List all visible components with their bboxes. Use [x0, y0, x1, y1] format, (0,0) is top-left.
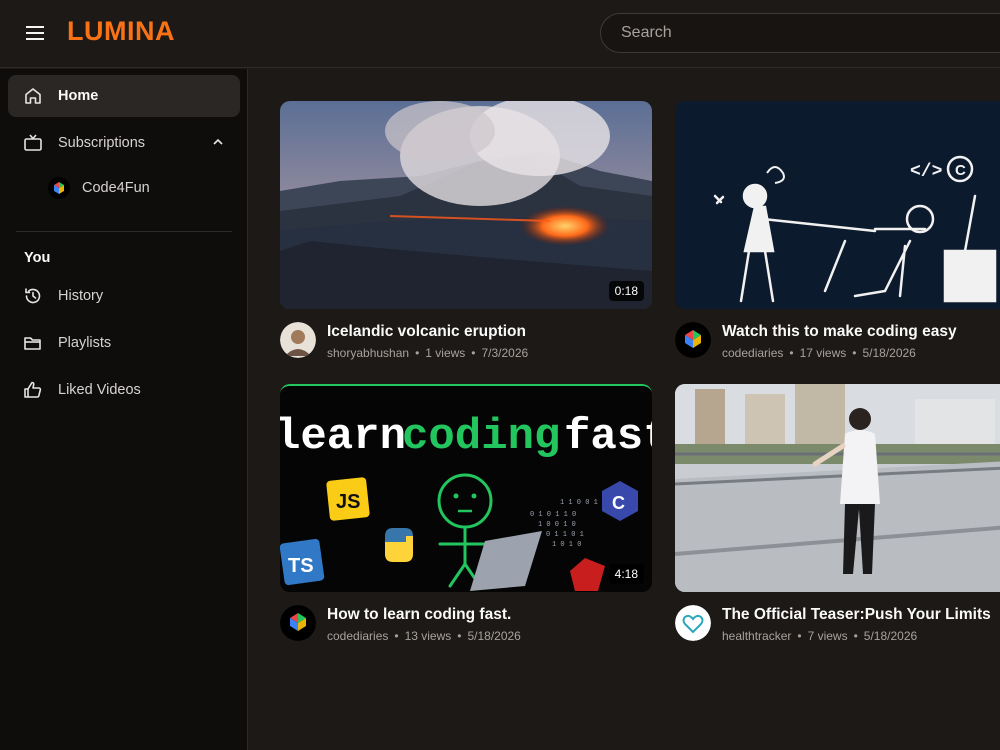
- sidebar-item-label: Home: [58, 88, 99, 104]
- history-icon: [23, 286, 43, 306]
- menu-button[interactable]: [20, 20, 50, 46]
- badge-js: JS: [336, 491, 360, 513]
- folder-icon: [23, 333, 43, 353]
- sidebar-divider: [16, 231, 232, 232]
- video-card[interactable]: </> C Watch this to make coding easy cod…: [675, 101, 1000, 371]
- svg-text:1 0 1 0: 1 0 1 0: [552, 541, 581, 549]
- video-thumbnail[interactable]: [675, 384, 1000, 592]
- view-count: 13 views: [404, 629, 452, 643]
- video-meta: shoryabhushan • 1 views • 7/3/2026: [327, 346, 529, 360]
- svg-text:1 1 0 0 1: 1 1 0 0 1: [560, 499, 598, 507]
- sidebar-item-home[interactable]: Home: [8, 75, 240, 117]
- video-title[interactable]: How to learn coding fast.: [327, 606, 511, 624]
- sidebar-item-playlists[interactable]: Playlists: [8, 322, 240, 364]
- video-card[interactable]: The Official Teaser:Push Your Limits hea…: [675, 384, 1000, 654]
- sidebar-item-label: Liked Videos: [58, 382, 141, 398]
- svg-text:0 1 0 1 1 0: 0 1 0 1 1 0: [530, 511, 576, 519]
- badge-ts: TS: [288, 555, 314, 577]
- section-title-you: You: [24, 250, 51, 266]
- upload-date: 5/18/2026: [862, 346, 916, 360]
- duration-badge: 0:18: [608, 281, 644, 301]
- video-card[interactable]: 0:18 Icelandic volcanic eruption shoryab…: [280, 101, 652, 371]
- video-thumbnail[interactable]: learn coding fast JS TS C 0 1 0 1 1 0 1 0…: [280, 384, 652, 592]
- badge-c: C: [612, 493, 625, 513]
- video-meta: healthtracker • 7 views • 5/18/2026: [722, 629, 918, 643]
- upload-date: 5/18/2026: [467, 629, 521, 643]
- sidebar: Home Subscriptions Code4Fun You History …: [0, 69, 248, 750]
- video-meta: codediaries • 17 views • 5/18/2026: [722, 346, 916, 360]
- thumb-text-coding: coding: [402, 412, 560, 462]
- view-count: 7 views: [807, 629, 848, 643]
- video-title[interactable]: Icelandic volcanic eruption: [327, 323, 526, 341]
- video-thumbnail[interactable]: 0:18: [280, 101, 652, 309]
- tv-icon: [23, 133, 43, 153]
- view-count: 1 views: [425, 346, 466, 360]
- video-title[interactable]: The Official Teaser:Push Your Limits: [722, 606, 991, 624]
- top-bar: LUMINA: [0, 0, 1000, 68]
- view-count: 17 views: [799, 346, 847, 360]
- thumb-text-fast: fast: [564, 412, 652, 462]
- sidebar-item-label: Playlists: [58, 335, 112, 351]
- channel-name[interactable]: healthtracker: [722, 629, 791, 643]
- duration-badge: 4:18: [608, 564, 644, 584]
- sidebar-item-label: History: [58, 288, 104, 304]
- search-input[interactable]: [621, 14, 1000, 52]
- sidebar-item-label: Subscriptions: [58, 135, 146, 151]
- svg-text:</>: </>: [910, 162, 942, 182]
- sidebar-item-history[interactable]: History: [8, 275, 240, 317]
- video-card[interactable]: learn coding fast JS TS C 0 1 0 1 1 0 1 0…: [280, 384, 652, 654]
- channel-avatar[interactable]: [675, 322, 711, 358]
- svg-text:0 1 1 0 1: 0 1 1 0 1: [546, 531, 584, 539]
- svg-text:1 0 0 1 0: 1 0 0 1 0: [538, 521, 576, 529]
- channel-avatar[interactable]: [280, 605, 316, 641]
- video-meta: codediaries • 13 views • 5/18/2026: [327, 629, 521, 643]
- hamburger-icon: [26, 26, 44, 40]
- video-thumbnail[interactable]: </> C: [675, 101, 1000, 309]
- upload-date: 7/3/2026: [481, 346, 529, 360]
- sidebar-item-liked-videos[interactable]: Liked Videos: [8, 369, 240, 411]
- video-title[interactable]: Watch this to make coding easy: [722, 323, 957, 341]
- channel-avatar[interactable]: [675, 605, 711, 641]
- chevron-up-icon[interactable]: [212, 136, 224, 148]
- thumb-text-learn: learn: [280, 412, 406, 462]
- sidebar-item-subscriptions[interactable]: Subscriptions: [8, 122, 240, 164]
- channel-name[interactable]: codediaries: [327, 629, 388, 643]
- brand-logo[interactable]: LUMINA: [67, 16, 175, 47]
- channel-name[interactable]: codediaries: [722, 346, 783, 360]
- search-box[interactable]: [600, 13, 1000, 53]
- channel-avatar: [48, 177, 70, 199]
- thumbs-up-icon: [23, 380, 43, 400]
- channel-name[interactable]: shoryabhushan: [327, 346, 409, 360]
- upload-date: 5/18/2026: [863, 629, 918, 643]
- subscription-label: Code4Fun: [82, 180, 150, 196]
- svg-text:C: C: [955, 162, 966, 179]
- channel-avatar[interactable]: [280, 322, 316, 358]
- home-icon: [23, 86, 43, 106]
- subscription-item-code4fun[interactable]: Code4Fun: [48, 175, 238, 201]
